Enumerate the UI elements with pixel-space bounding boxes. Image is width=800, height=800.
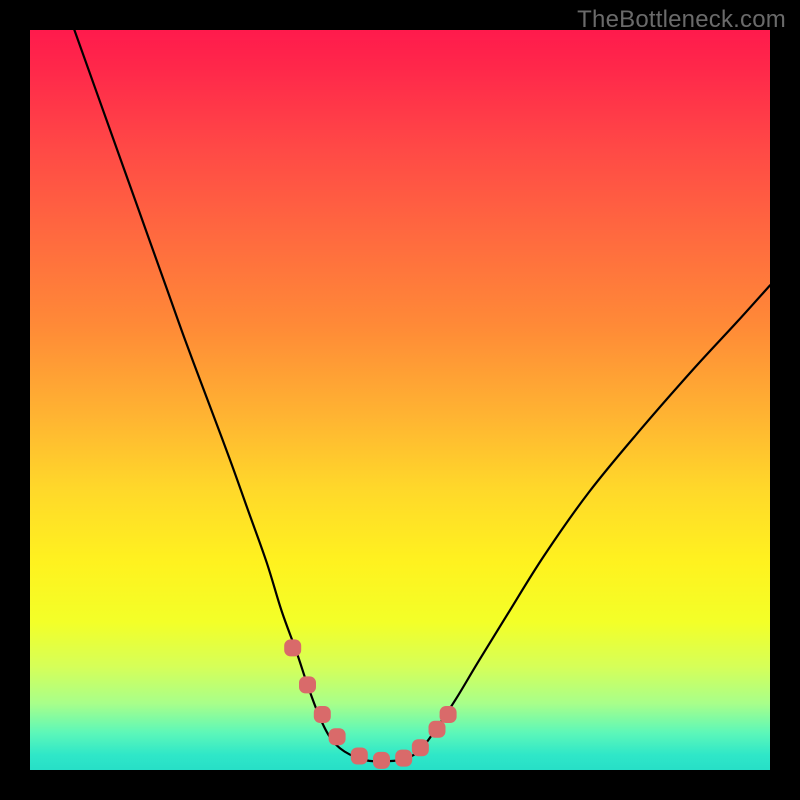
highlight-dot: [429, 721, 446, 738]
highlight-dot: [440, 706, 457, 723]
highlight-dot: [351, 747, 368, 764]
highlight-dot: [284, 639, 301, 656]
chart-stage: TheBottleneck.com: [0, 0, 800, 800]
highlight-dot: [329, 728, 346, 745]
highlight-dot: [314, 706, 331, 723]
highlight-markers: [284, 639, 456, 768]
highlight-dot: [395, 750, 412, 767]
curve-overlay: [30, 30, 770, 770]
highlight-dot: [299, 676, 316, 693]
highlight-dot: [412, 739, 429, 756]
bottleneck-curve: [74, 30, 770, 762]
highlight-dot: [373, 752, 390, 769]
plot-area: [30, 30, 770, 770]
